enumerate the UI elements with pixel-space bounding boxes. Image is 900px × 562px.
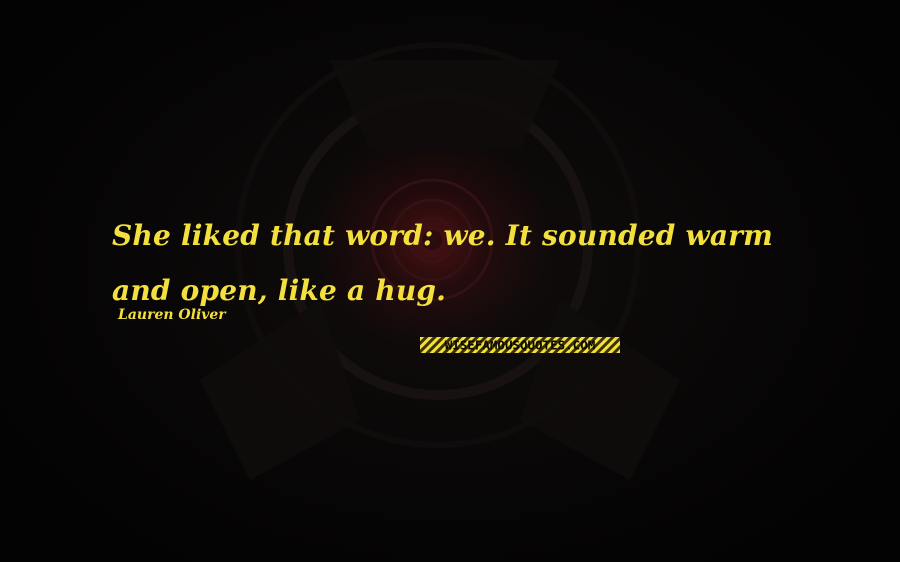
quote-image: She liked that word: we. It sounded warm…: [0, 0, 900, 562]
watermark-text: WISEFAMOUSQUOTES.COM: [445, 338, 596, 353]
quote-author: Lauren Oliver: [118, 307, 226, 323]
wisefamousquotes-logo: WISEFAMOUSQUOTES.COM: [420, 337, 620, 353]
quote-text: She liked that word: we. It sounded warm…: [112, 219, 773, 307]
